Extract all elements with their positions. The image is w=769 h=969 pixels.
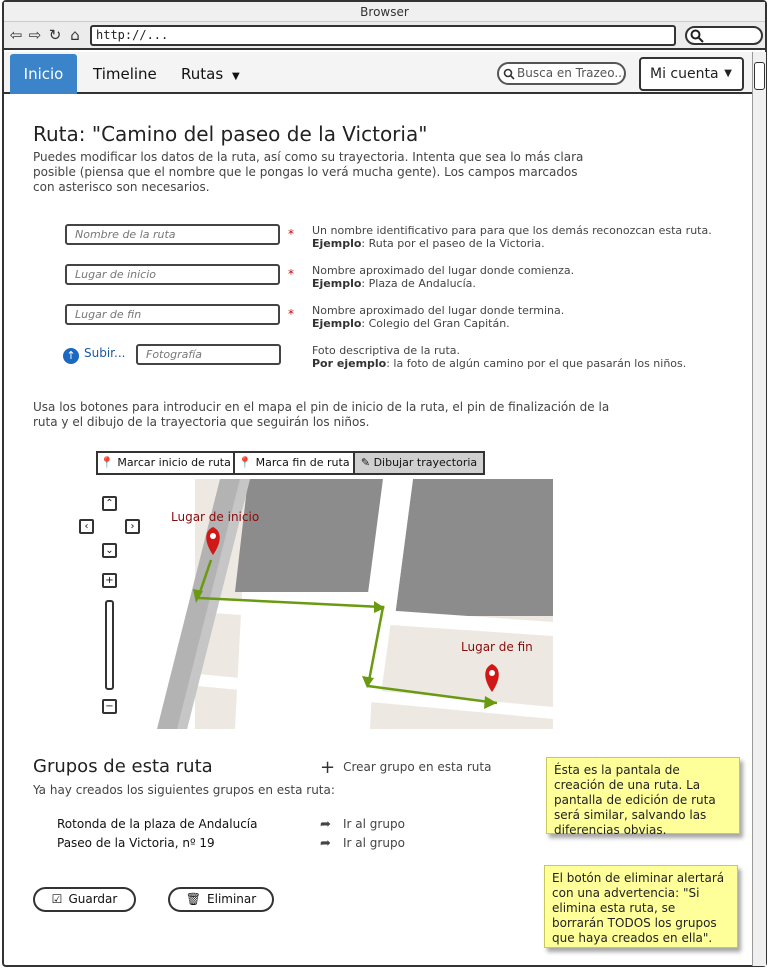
pan-right-button[interactable]: › bbox=[125, 519, 140, 534]
nav-tab-rutas[interactable]: Rutas ▼ bbox=[181, 54, 240, 94]
zoom-slider[interactable] bbox=[105, 600, 114, 690]
search-icon bbox=[690, 29, 704, 43]
go-to-group-label: Ir al grupo bbox=[343, 836, 405, 850]
page-intro: Puedes modificar los datos de la ruta, a… bbox=[33, 150, 584, 194]
scrollbar[interactable] bbox=[752, 52, 766, 966]
groups-subtitle: Ya hay creados los siguientes grupos en … bbox=[33, 783, 335, 797]
draw-route-button[interactable]: ✎ Dibujar trayectoria bbox=[353, 451, 485, 475]
page-title: Ruta: "Camino del paseo de la Victoria" bbox=[33, 122, 428, 146]
account-label: Mi cuenta bbox=[650, 66, 719, 82]
caret-down-icon: ▼ bbox=[724, 68, 732, 79]
delete-label: Eliminar bbox=[207, 892, 257, 906]
route-name-help: Un nombre identificativo para para que l… bbox=[312, 224, 712, 250]
mark-start-button[interactable]: 📍 Marcar inicio de ruta bbox=[96, 451, 235, 475]
help-text: Nombre aproximado del lugar donde termin… bbox=[312, 304, 565, 317]
share-arrow-icon: ➦ bbox=[320, 836, 331, 851]
group-name: Paseo de la Victoria, nº 19 bbox=[57, 836, 215, 850]
url-input[interactable]: http://... bbox=[90, 25, 676, 46]
share-arrow-icon: ➦ bbox=[320, 817, 331, 832]
photo-input[interactable]: Fotografía bbox=[136, 344, 281, 365]
mark-end-label: Marca fin de ruta bbox=[255, 456, 350, 469]
groups-title: Grupos de esta ruta bbox=[33, 756, 213, 777]
plus-icon: + bbox=[320, 757, 336, 778]
route-name-input[interactable]: Nombre de la ruta bbox=[65, 224, 280, 245]
example-text: : Colegio del Gran Capitán. bbox=[361, 317, 510, 330]
required-marker: * bbox=[288, 227, 294, 241]
mark-end-button[interactable]: 📍 Marca fin de ruta bbox=[233, 451, 355, 475]
help-text: Foto descriptiva de la ruta. bbox=[312, 344, 460, 357]
caret-down-icon: ▼ bbox=[231, 71, 240, 82]
start-place-input[interactable]: Lugar de inicio bbox=[65, 264, 280, 285]
route-map[interactable]: ⌃ ‹ › ⌄ + − Lugar de inicio Lugar de fin bbox=[65, 479, 553, 729]
map-pin-icon: 📍 bbox=[100, 456, 114, 469]
sticky-note: Ésta es la pantala de creación de una ru… bbox=[546, 757, 740, 837]
pan-left-button[interactable]: ‹ bbox=[79, 519, 94, 534]
example-label: Por ejemplo bbox=[312, 357, 387, 370]
example-label: Ejemplo bbox=[312, 317, 362, 330]
nav-tab-inicio[interactable]: Inicio bbox=[10, 54, 77, 94]
sticky-note: El botón de eliminar alertará con una ad… bbox=[544, 865, 738, 948]
required-marker: * bbox=[288, 307, 294, 321]
account-menu-button[interactable]: Mi cuenta ▼ bbox=[639, 57, 744, 91]
draw-route-label: Dibujar trayectoria bbox=[373, 456, 478, 469]
create-group-link[interactable]: + Crear grupo en esta ruta bbox=[320, 759, 492, 777]
end-place-input[interactable]: Lugar de fin bbox=[65, 304, 280, 325]
reload-icon[interactable]: ↻ bbox=[46, 26, 64, 44]
go-to-group-link[interactable]: ➦ Ir al grupo bbox=[320, 836, 405, 851]
create-group-label: Crear grupo en esta ruta bbox=[343, 760, 492, 774]
start-pin-label: Lugar de inicio bbox=[171, 510, 260, 524]
app-search-input[interactable]: Busca en Trazeo... bbox=[497, 62, 626, 85]
end-pin-label: Lugar de fin bbox=[461, 640, 533, 654]
go-to-group-link[interactable]: ➦ Ir al grupo bbox=[320, 817, 405, 832]
pencil-icon: ✎ bbox=[360, 456, 371, 469]
zoom-out-button[interactable]: − bbox=[102, 699, 117, 714]
browser-title: Browser bbox=[4, 2, 765, 22]
zoom-in-button[interactable]: + bbox=[102, 573, 117, 588]
pan-up-button[interactable]: ⌃ bbox=[102, 496, 117, 511]
search-icon bbox=[503, 68, 515, 80]
map-instructions: Usa los botones para introducir en el ma… bbox=[33, 400, 610, 429]
help-text: Nombre aproximado del lugar donde comien… bbox=[312, 264, 575, 277]
example-label: Ejemplo bbox=[312, 237, 362, 250]
trash-icon: 🗑 bbox=[185, 892, 202, 906]
delete-button[interactable]: 🗑 Eliminar bbox=[168, 887, 274, 912]
example-text: : la foto de algún camino por el que pas… bbox=[386, 357, 687, 370]
upload-button[interactable]: ↑ Subir... bbox=[63, 346, 125, 364]
nav-tab-rutas-label: Rutas bbox=[181, 65, 224, 83]
scrollbar-thumb[interactable] bbox=[754, 62, 765, 90]
save-label: Guardar bbox=[68, 892, 118, 906]
nav-tab-timeline[interactable]: Timeline bbox=[93, 54, 157, 94]
save-button[interactable]: ☑ Guardar bbox=[33, 887, 136, 912]
go-to-group-label: Ir al grupo bbox=[343, 817, 405, 831]
example-text: : Ruta por el paseo de la Victoria. bbox=[361, 237, 545, 250]
photo-help: Foto descriptiva de la ruta. Por ejemplo… bbox=[312, 344, 686, 370]
checkbox-icon: ☑ bbox=[51, 892, 63, 906]
map-pin-icon: 📍 bbox=[238, 456, 253, 469]
back-arrow-icon[interactable]: ⇦ bbox=[7, 26, 25, 44]
browser-search-input[interactable] bbox=[685, 26, 763, 45]
example-text: : Plaza de Andalucía. bbox=[361, 277, 476, 290]
forward-arrow-icon[interactable]: ⇨ bbox=[26, 26, 44, 44]
home-icon[interactable]: ⌂ bbox=[66, 26, 84, 44]
app-navbar: Inicio Timeline Rutas ▼ Busca en Trazeo.… bbox=[4, 52, 752, 94]
upload-arrow-icon: ↑ bbox=[63, 348, 79, 364]
pan-down-button[interactable]: ⌄ bbox=[102, 543, 117, 558]
end-place-help: Nombre aproximado del lugar donde termin… bbox=[312, 304, 564, 330]
required-marker: * bbox=[288, 267, 294, 281]
start-place-help: Nombre aproximado del lugar donde comien… bbox=[312, 264, 574, 290]
upload-label: Subir... bbox=[84, 346, 126, 360]
group-name: Rotonda de la plaza de Andalucía bbox=[57, 817, 258, 831]
search-placeholder: Busca en Trazeo... bbox=[517, 66, 626, 80]
mark-start-label: Marcar inicio de ruta bbox=[117, 456, 231, 469]
help-text: Un nombre identificativo para para que l… bbox=[312, 224, 712, 237]
example-label: Ejemplo bbox=[312, 277, 362, 290]
address-bar: ⇦ ⇨ ↻ ⌂ http://... bbox=[4, 22, 765, 50]
